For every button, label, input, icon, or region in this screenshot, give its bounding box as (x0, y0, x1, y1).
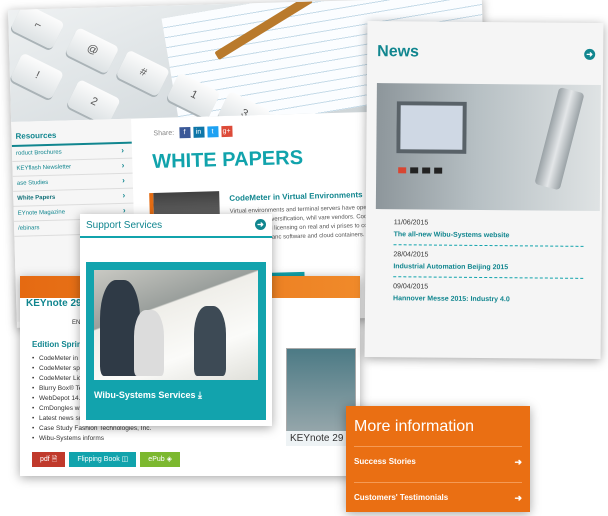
flipping-book-button[interactable]: Flipping Book ◫ (69, 452, 137, 467)
keynote-title: KEYnote 29 (26, 298, 82, 309)
support-title: Support Services (86, 220, 163, 231)
news-image[interactable] (375, 83, 601, 212)
services-photo-link[interactable]: Wibu-Systems Services ⤓ (86, 262, 266, 420)
news-link[interactable]: Hannover Messe 2015: Industry 4.0 (393, 295, 583, 304)
services-label: Wibu-Systems Services ⤓ (94, 390, 202, 400)
article-title-link[interactable]: CodeMeter in Virtual Environments (229, 190, 362, 203)
epub-button[interactable]: ePub ◈ (140, 452, 180, 467)
news-link[interactable]: The all-new Wibu-Systems website (394, 231, 584, 240)
resources-title: Resources (11, 118, 132, 147)
hmi-screen-image (396, 101, 467, 154)
machine-button-shape (410, 167, 419, 174)
support-services-card: Support Services ➜ Wibu-Systems Services… (80, 214, 272, 426)
news-card: News ➜ 11/06/2015 The all-new Wibu-Syste… (364, 20, 604, 360)
keyboard-key: ! (9, 52, 65, 100)
share-label: Share: (153, 129, 175, 138)
success-stories-label: Success Stories (354, 457, 416, 466)
more-information-card: More information Success Stories ➜ Custo… (346, 406, 530, 512)
meeting-photo (94, 270, 258, 380)
pdf-button[interactable]: pdf 🗎 (32, 452, 66, 467)
arrow-right-icon[interactable]: ➜ (255, 219, 266, 230)
facebook-icon[interactable]: f (178, 126, 191, 139)
keyboard-key: @ (64, 27, 120, 75)
machine-button-shape (422, 167, 431, 174)
arrow-right-icon[interactable]: ➜ (584, 48, 596, 60)
news-item: 28/04/2015 Industrial Automation Beijing… (393, 245, 584, 279)
news-item: 11/06/2015 The all-new Wibu-Systems webs… (393, 213, 584, 247)
keyboard-key: ⌐ (10, 2, 65, 50)
news-date: 09/04/2015 (393, 283, 429, 291)
edition-title: Edition Spring (32, 340, 87, 349)
success-stories-link[interactable]: Success Stories ➜ (354, 446, 522, 467)
circle-arrow-icon: ➜ (514, 493, 522, 503)
list-item[interactable]: Wibu-Systems informs (32, 434, 151, 444)
person-shape (194, 306, 226, 376)
page-title: WHITE PAPERS (151, 146, 304, 174)
usb-dongle-image (534, 86, 585, 191)
customers-testimonials-link[interactable]: Customers' Testimonials ➜ (354, 482, 522, 503)
linkedin-icon[interactable]: in (192, 126, 205, 138)
news-title: News (377, 43, 420, 61)
support-header: Support Services ➜ (80, 214, 272, 238)
news-link[interactable]: Industrial Automation Beijing 2015 (393, 263, 583, 272)
news-date: 11/06/2015 (393, 219, 429, 227)
news-list: 11/06/2015 The all-new Wibu-Systems webs… (393, 213, 584, 310)
google-plus-icon[interactable]: g+ (220, 125, 233, 138)
machine-button-shape (398, 167, 407, 174)
more-information-title: More information (354, 418, 475, 435)
format-buttons: pdf 🗎 Flipping Book ◫ ePub ◈ (32, 452, 184, 467)
customers-testimonials-label: Customers' Testimonials (354, 493, 449, 502)
news-date: 28/04/2015 (393, 251, 429, 259)
news-item: 09/04/2015 Hannover Messe 2015: Industry… (393, 277, 583, 310)
machine-button-shape (434, 167, 443, 174)
twitter-icon[interactable]: t (206, 126, 219, 138)
circle-arrow-icon: ➜ (514, 457, 522, 467)
keyboard-key: # (115, 49, 171, 97)
person-shape (134, 310, 164, 376)
keyboard-key: 2 (66, 78, 121, 122)
share-bar: Share: f in t g+ (153, 125, 233, 139)
